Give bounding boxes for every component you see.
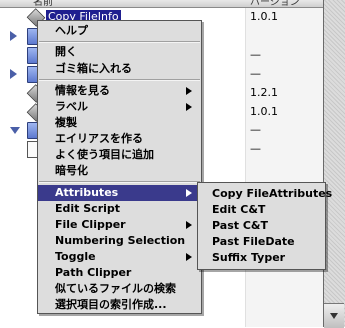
submenu-arrow-icon — [186, 189, 192, 197]
menu-item-get-info[interactable]: 情報を見る — [38, 83, 201, 99]
submenu-arrow-icon — [186, 221, 192, 229]
menu-item-toggle[interactable]: Toggle — [38, 249, 201, 265]
submenu-arrow-icon — [186, 87, 192, 95]
menu-item-attributes[interactable]: Attributes — [38, 185, 201, 201]
submenu-item-suffix-typer[interactable]: Suffix Typer — [198, 250, 325, 266]
menu-item-duplicate[interactable]: 複製 — [38, 115, 201, 131]
vertical-scrollbar[interactable] — [323, 0, 345, 327]
column-version-header[interactable]: バージョン — [250, 0, 300, 8]
menu-item-label-submenu[interactable]: ラベル — [38, 99, 201, 115]
scroll-down-arrow-icon[interactable] — [324, 303, 344, 328]
submenu-item-copy-fileattributes[interactable]: Copy FileAttributes — [198, 186, 332, 202]
disclosure-triangle-icon[interactable] — [10, 69, 17, 79]
menu-item-label: ラベル — [55, 100, 88, 113]
menu-item-label: Toggle — [55, 250, 96, 263]
submenu-item-past-c-and-t[interactable]: Past C&T — [198, 218, 325, 234]
submenu-item-past-filedate[interactable]: Past FileDate — [198, 234, 325, 250]
menu-item-path-clipper[interactable]: Path Clipper — [38, 265, 201, 281]
menu-item-make-alias[interactable]: エイリアスを作る — [38, 131, 201, 147]
menu-item-help[interactable]: ヘルプ — [38, 23, 201, 39]
menu-item-label: File Clipper — [55, 218, 126, 231]
column-name-header[interactable]: 名前 — [33, 0, 53, 8]
attributes-submenu: Copy FileAttributes Edit C&T Past C&T Pa… — [197, 182, 332, 270]
menu-separator — [39, 41, 200, 43]
submenu-arrow-icon — [186, 103, 192, 111]
menu-item-label: Attributes — [55, 186, 119, 199]
menu-item-file-clipper[interactable]: File Clipper — [38, 217, 201, 233]
disclosure-triangle-open-icon[interactable] — [10, 127, 20, 134]
version-value: — — [250, 67, 261, 80]
menu-item-find-similar-files[interactable]: 似ているファイルの検索 — [38, 281, 201, 297]
menu-item-numbering-selection[interactable]: Numbering Selection — [38, 233, 201, 249]
menu-item-edit-script[interactable]: Edit Script — [38, 201, 201, 217]
menu-item-open[interactable]: 開く — [38, 44, 201, 60]
version-value: — — [250, 142, 261, 155]
submenu-arrow-icon — [186, 253, 192, 261]
disclosure-triangle-icon[interactable] — [10, 31, 17, 41]
version-value: 1.2.1 — [250, 86, 278, 99]
column-header[interactable]: 名前 バージョン — [0, 0, 345, 8]
version-value: — — [250, 123, 261, 136]
version-value: — — [250, 48, 261, 61]
menu-item-index-selection[interactable]: 選択項目の索引作成... — [38, 297, 201, 313]
menu-separator — [39, 181, 200, 183]
menu-item-add-to-favorites[interactable]: よく使う項目に追加 — [38, 147, 201, 163]
context-menu: ヘルプ 開く ゴミ箱に入れる 情報を見る ラベル 複製 エイリアスを作る よく使… — [37, 20, 202, 314]
submenu-item-edit-c-and-t[interactable]: Edit C&T — [198, 202, 325, 218]
menu-item-move-to-trash[interactable]: ゴミ箱に入れる — [38, 61, 201, 77]
version-value: 1.0.1 — [250, 10, 278, 23]
menu-item-encrypt[interactable]: 暗号化 — [38, 163, 201, 179]
menu-separator — [39, 79, 200, 81]
menu-item-label: 情報を見る — [55, 84, 110, 97]
version-value: 1.0.1 — [250, 105, 278, 118]
